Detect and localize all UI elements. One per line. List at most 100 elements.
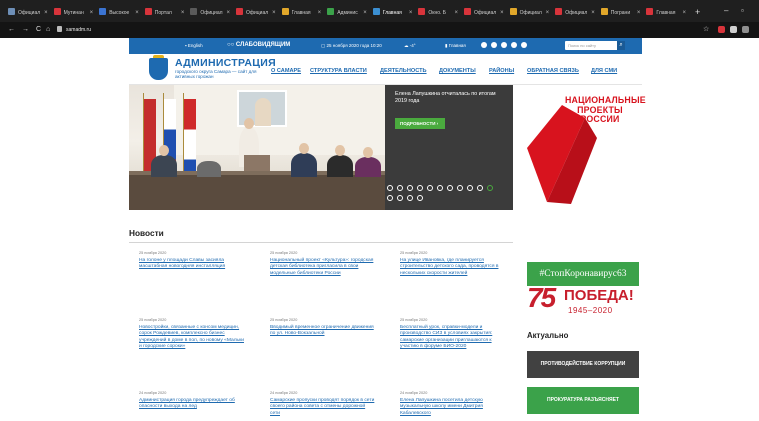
menu-documents[interactable]: ДОКУМЕНТЫ <box>439 68 476 74</box>
anticorruption-button[interactable]: ПРОТИВОДЕЙСТВИЕ КОРРУПЦИИ <box>527 351 639 378</box>
news-link[interactable]: Администрация города предупреждает об оп… <box>139 398 244 411</box>
close-tab-icon[interactable]: × <box>546 7 550 19</box>
news-link[interactable]: На улице Ивановка, где планируется строи… <box>400 258 505 277</box>
menu-media[interactable]: ДЛЯ СМИ <box>591 68 617 74</box>
menu-structure[interactable]: СТРУКТУРА ВЛАСТИ <box>310 68 367 74</box>
tab-favicon-icon <box>327 8 335 15</box>
tab-label: Портал <box>154 10 172 16</box>
extension-icon[interactable] <box>730 26 737 33</box>
close-tab-icon[interactable]: × <box>454 7 458 19</box>
browser-tab[interactable]: Мутинан × <box>53 7 96 19</box>
browser-tab[interactable]: Официал × <box>236 7 278 19</box>
browser-tab[interactable]: Главная × <box>646 7 688 19</box>
tab-favicon-icon <box>555 8 563 15</box>
forward-icon[interactable]: → <box>22 25 29 35</box>
new-tab-button[interactable]: + <box>695 7 700 17</box>
national-projects-banner[interactable]: НАЦИОНАЛЬНЫЕ ПРОЕКТЫ РОССИИ <box>527 90 646 205</box>
facebook-icon[interactable] <box>491 42 497 48</box>
menu-activity[interactable]: ДЕЯТЕЛЬНОСТЬ <box>380 68 427 74</box>
close-tab-icon[interactable]: × <box>409 7 413 19</box>
bookmark-star-icon[interactable]: ☆ <box>703 25 709 35</box>
slider-dot[interactable] <box>407 195 413 201</box>
news-link[interactable]: Бесплатный урок, справки-модели и произв… <box>400 325 505 350</box>
browser-tab[interactable]: Админис × <box>327 7 369 19</box>
browser-tab[interactable]: Главная × <box>372 7 415 19</box>
pobeda-banner[interactable]: 75 ПОБЕДА! 1945–2020 <box>527 278 639 320</box>
close-tab-icon[interactable]: × <box>682 7 686 19</box>
slider-dot[interactable] <box>437 185 443 191</box>
maximize-button[interactable]: ▫ <box>741 6 744 16</box>
browser-tab[interactable]: Официал × <box>8 7 50 19</box>
home-icon[interactable]: ⌂ <box>46 25 50 35</box>
reload-icon[interactable]: C <box>36 25 41 35</box>
extension-icon[interactable] <box>718 26 725 33</box>
tab-label: Высокое <box>109 10 130 16</box>
news-link[interactable]: Самарские пропуски проводят порядок в се… <box>270 398 375 417</box>
more-button[interactable]: ПОДРОБНОСТИ › <box>395 118 445 129</box>
city-link[interactable]: ▮ Главная <box>445 41 466 50</box>
slider-dot[interactable] <box>457 185 463 191</box>
slider-dot[interactable] <box>487 185 493 191</box>
slider-dot[interactable] <box>417 195 423 201</box>
close-tab-icon[interactable]: × <box>90 7 94 19</box>
slider-dot[interactable] <box>427 185 433 191</box>
close-tab-icon[interactable]: × <box>637 7 641 19</box>
news-link[interactable]: Елена Лапушкина посетила детскую музыкал… <box>400 398 505 417</box>
news-link[interactable]: Новостройки, связанные с консом медицин,… <box>139 325 244 350</box>
seated-person <box>355 157 381 177</box>
browser-tab[interactable]: Официал × <box>555 7 597 19</box>
browser-tab[interactable]: Официал × <box>464 7 506 19</box>
tab-label: Официал <box>18 10 41 16</box>
slide-caption[interactable]: Елена Лапушкина отчиталась по итогам 201… <box>395 91 507 105</box>
close-tab-icon[interactable]: × <box>363 7 367 19</box>
news-link[interactable]: На голоне у площади Славы засияла масшта… <box>139 258 244 271</box>
slider-dot[interactable] <box>417 185 423 191</box>
browser-tab[interactable]: Официал × <box>190 7 232 19</box>
close-tab-icon[interactable]: × <box>318 7 322 19</box>
slider-dot[interactable] <box>397 185 403 191</box>
search-icon[interactable]: ⌕ <box>617 41 625 50</box>
slider-dot[interactable] <box>467 185 473 191</box>
back-icon[interactable]: ← <box>8 25 15 35</box>
slide-photo[interactable] <box>129 85 385 210</box>
minimize-button[interactable]: – <box>724 6 728 16</box>
slider-dot[interactable] <box>447 185 453 191</box>
close-tab-icon[interactable]: × <box>226 7 230 19</box>
close-tab-icon[interactable]: × <box>181 7 185 19</box>
browser-tab[interactable]: Высокое × <box>99 7 141 19</box>
slider-dot[interactable] <box>387 185 393 191</box>
slider-dot[interactable] <box>407 185 413 191</box>
browser-tab[interactable]: Официал × <box>509 7 552 19</box>
browser-tab[interactable]: Пограни × <box>600 7 643 19</box>
close-tab-icon[interactable]: × <box>591 7 595 19</box>
menu-about[interactable]: О САМАРЕ <box>271 68 301 74</box>
twitter-icon[interactable] <box>511 42 517 48</box>
prosecutor-button[interactable]: ПРОКУРАТУРА РАЗЪЯСНЯЕТ <box>527 387 639 414</box>
browser-tab[interactable]: Портал × <box>144 7 187 19</box>
profile-icon[interactable] <box>742 26 749 33</box>
slider-dot[interactable] <box>397 195 403 201</box>
user-icon[interactable] <box>481 42 487 48</box>
youtube-icon[interactable] <box>501 42 507 48</box>
coat-of-arms-logo[interactable] <box>149 58 168 80</box>
menu-districts[interactable]: РАЙОНЫ <box>489 68 514 74</box>
english-link[interactable]: ▪ English <box>185 41 203 50</box>
slider-dot[interactable] <box>387 195 393 201</box>
close-tab-icon[interactable]: × <box>272 7 276 19</box>
close-tab-icon[interactable]: × <box>44 7 48 19</box>
accessible-version-link[interactable]: ○○ СЛАБОВИДЯЩИМ <box>227 41 290 50</box>
slider-dot[interactable] <box>477 185 483 191</box>
close-tab-icon[interactable]: × <box>500 7 504 19</box>
menu-feedback[interactable]: ОБРАТНАЯ СВЯЗЬ <box>527 68 579 74</box>
search-input[interactable]: Поиск по сайту <box>565 41 625 50</box>
news-link[interactable]: Национальный проект «Культура»: городска… <box>270 258 375 277</box>
browser-tab[interactable]: Главная × <box>281 7 324 19</box>
url-field[interactable]: samadm.ru <box>66 26 91 34</box>
tab-favicon-icon <box>99 8 107 15</box>
close-tab-icon[interactable]: × <box>135 7 139 19</box>
site-title[interactable]: АДМИНИСТРАЦИЯ <box>175 57 276 69</box>
vk-icon[interactable] <box>521 42 527 48</box>
news-date: 25 ноября 2020 <box>139 318 167 322</box>
news-link[interactable]: Вводимый временное ограничение движения … <box>270 325 375 338</box>
browser-tab[interactable]: Окно. Б × <box>418 7 460 19</box>
